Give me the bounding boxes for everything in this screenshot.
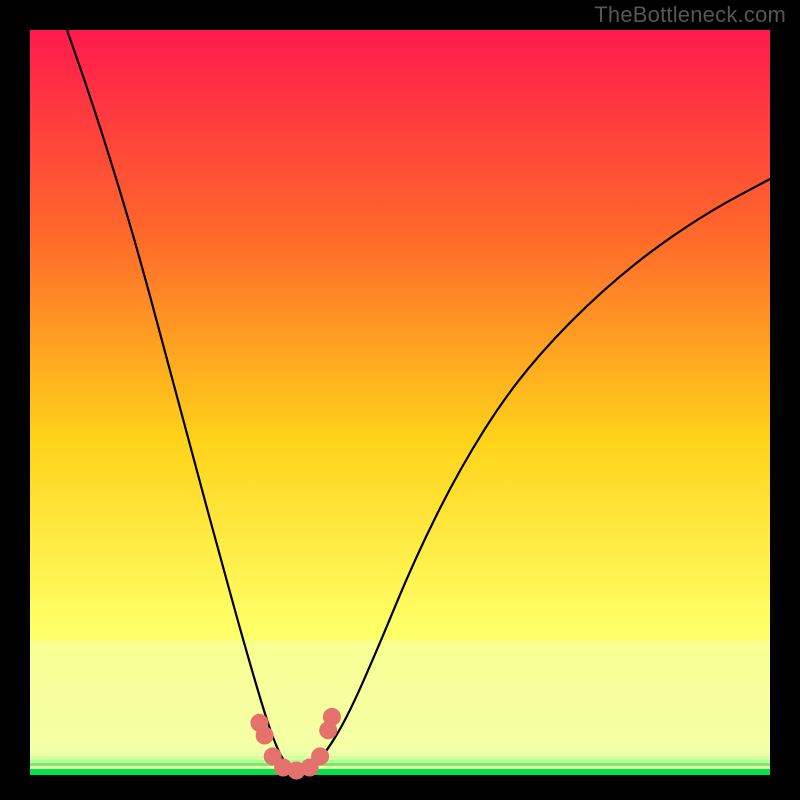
pale-bottom-band (30, 641, 770, 768)
green-fade-stripes (30, 749, 770, 766)
chart-frame: TheBottleneck.com (0, 0, 800, 800)
trough-marker (256, 727, 274, 745)
trough-marker (311, 747, 329, 765)
trough-marker (323, 708, 341, 726)
green-baseline (30, 769, 770, 775)
bottleneck-curve-plot (0, 0, 800, 800)
